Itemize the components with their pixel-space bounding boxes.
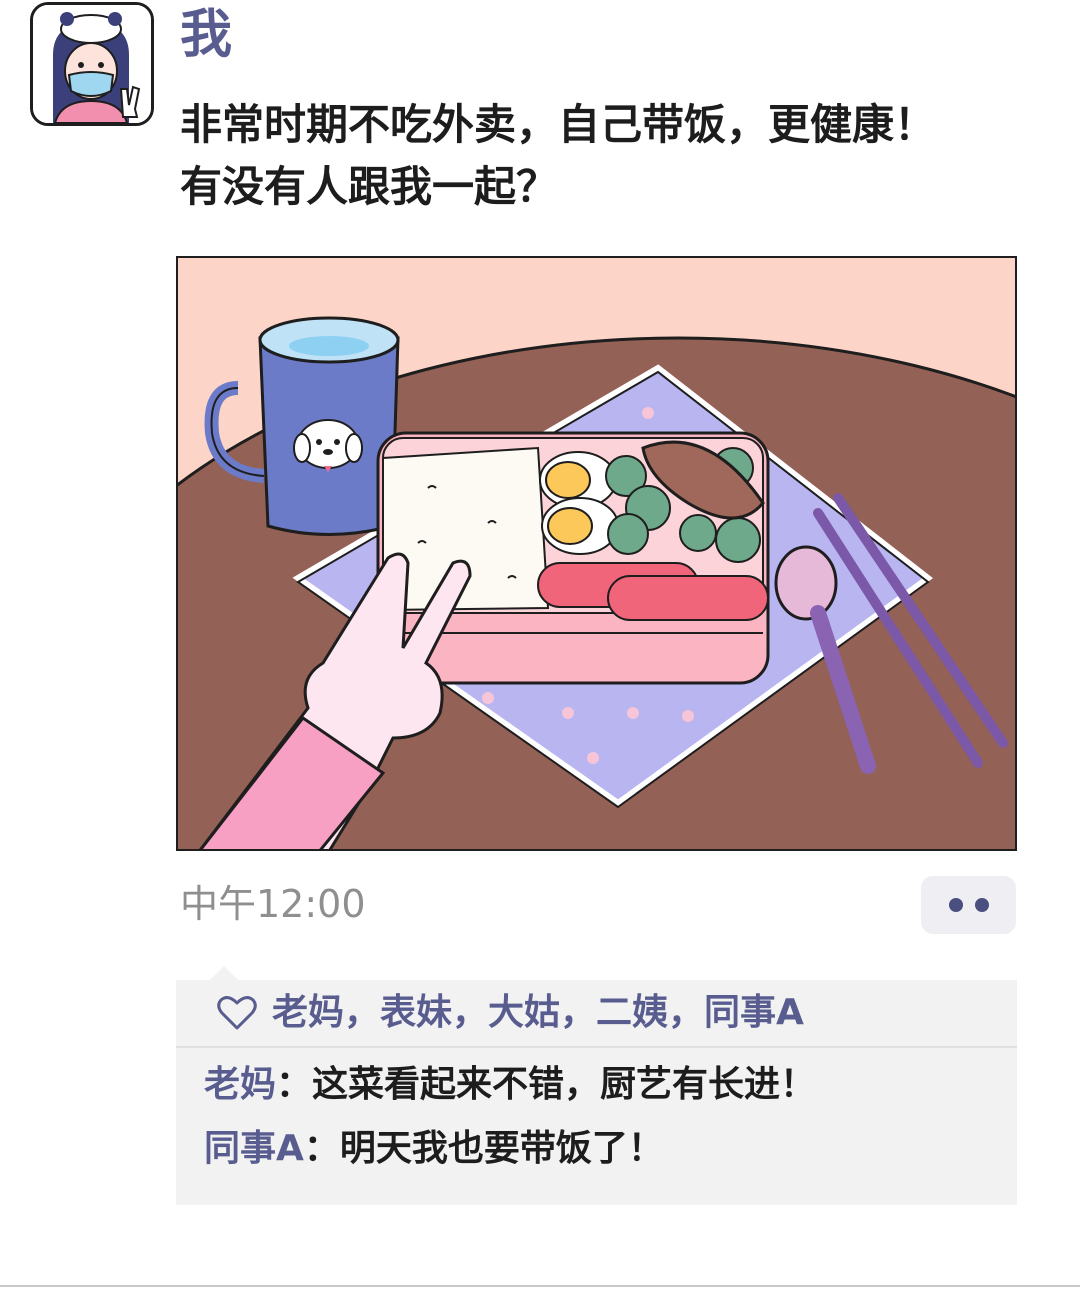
comment-author[interactable]: 同事A	[204, 1128, 304, 1169]
post-text: 非常时期不吃外卖，自己带饭，更健康！ 有没有人跟我一起？	[180, 100, 937, 211]
bottom-divider	[0, 1285, 1080, 1287]
likes-names[interactable]: 老妈，表妹，大姑，二姨，同事A	[272, 991, 804, 1035]
post-timestamp: 中午12:00	[180, 882, 366, 926]
post-image[interactable]	[176, 256, 1017, 851]
likes-row: 老妈，表妹，大姑，二姨，同事A	[176, 980, 1017, 1048]
more-dots-icon	[948, 898, 963, 912]
comment[interactable]: 同事A：明天我也要带饭了！	[204, 1124, 664, 1174]
username[interactable]: 我	[180, 0, 232, 70]
comment[interactable]: 老妈：这菜看起来不错，厨艺有长进！	[204, 1060, 816, 1110]
more-dots-icon	[974, 898, 989, 912]
comment-text: ：这菜看起来不错，厨艺有长进！	[276, 1064, 817, 1105]
heart-outline-icon	[216, 995, 258, 1031]
interaction-panel: 老妈，表妹，大姑，二姨，同事A 老妈：这菜看起来不错，厨艺有长进！ 同事A：明天…	[176, 980, 1017, 1205]
moments-post: 我 非常时期不吃外卖，自己带饭，更健康！ 有没有人跟我一起？ 中午12:00 老…	[0, 0, 1080, 1289]
comment-author[interactable]: 老妈	[204, 1064, 276, 1105]
comment-text: ：明天我也要带饭了！	[303, 1128, 664, 1169]
more-button[interactable]	[921, 876, 1016, 934]
user-avatar-icon[interactable]	[30, 2, 154, 126]
panel-arrow	[209, 966, 239, 981]
